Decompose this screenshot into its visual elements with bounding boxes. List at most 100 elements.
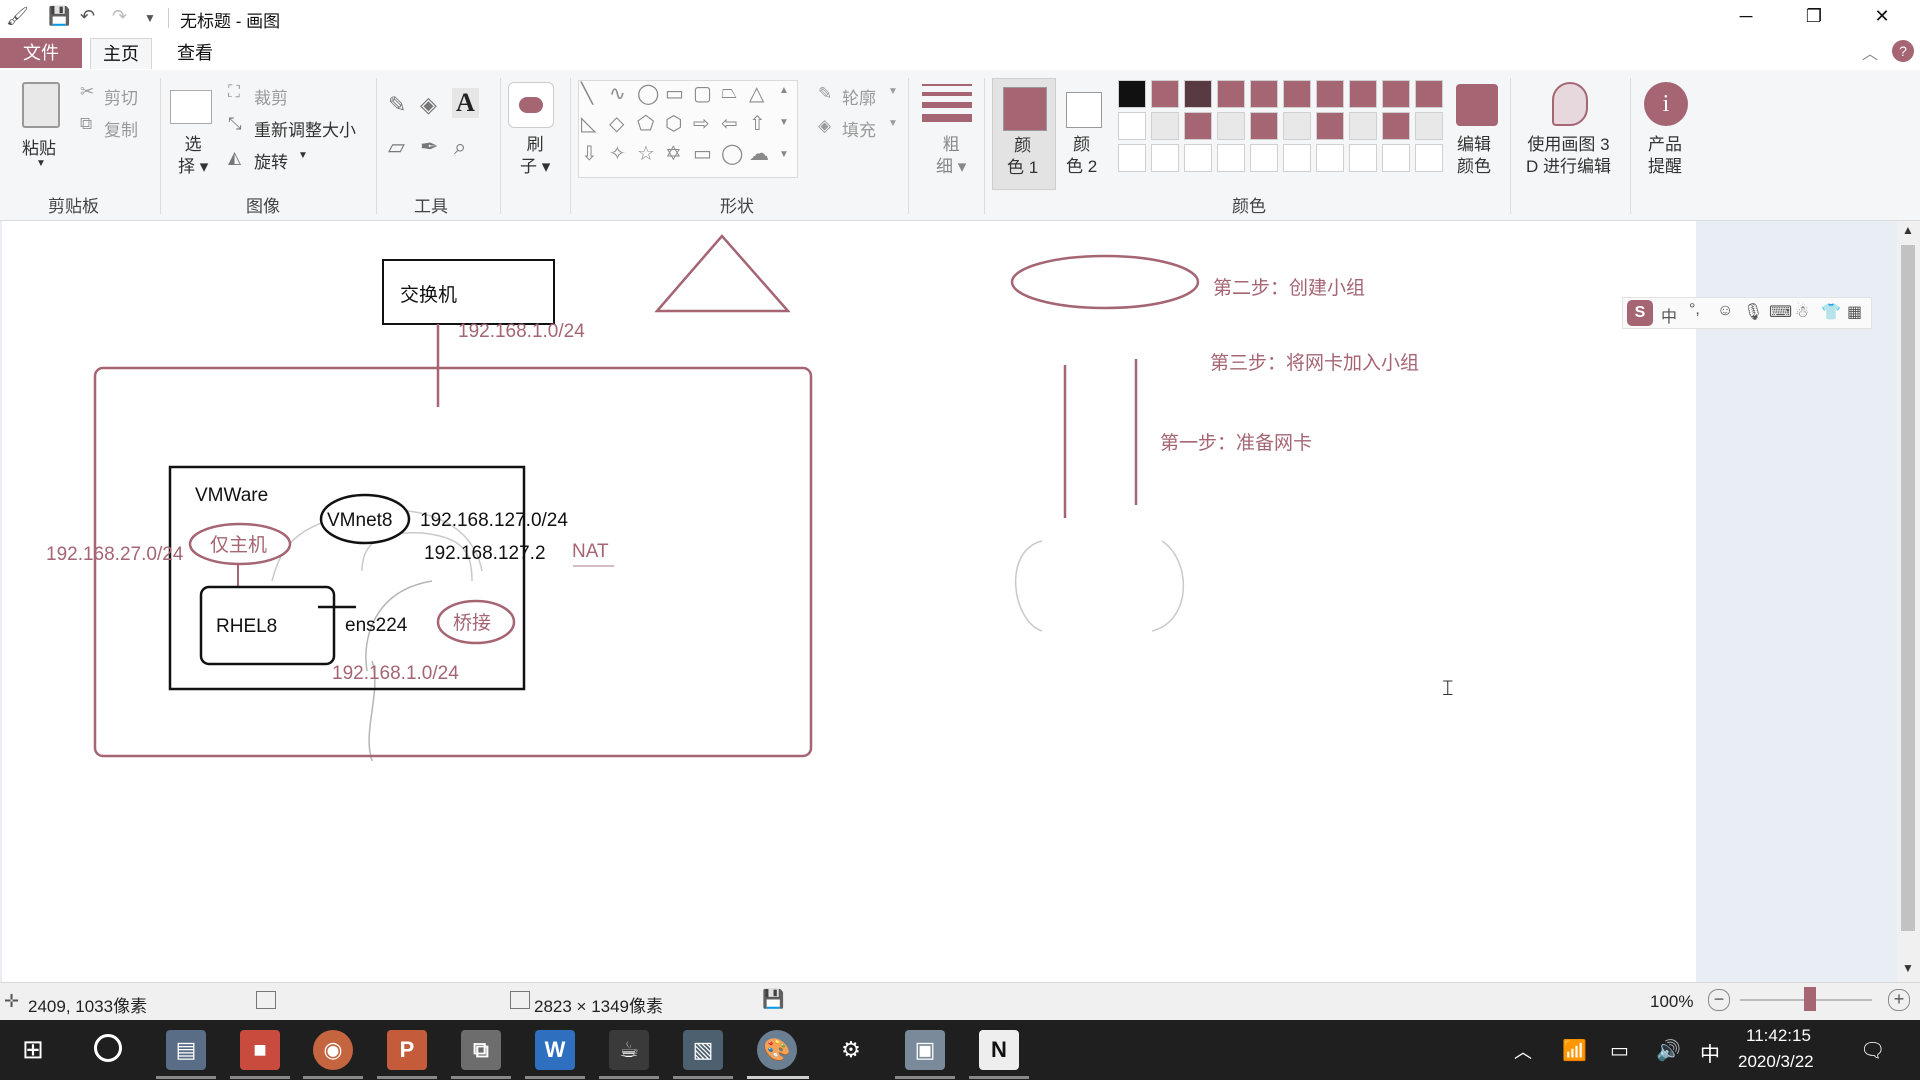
edit-colors-icon[interactable] xyxy=(1456,84,1498,126)
size-icon[interactable] xyxy=(922,84,972,128)
palette-swatch[interactable] xyxy=(1184,80,1212,108)
palette-swatch[interactable] xyxy=(1349,112,1377,140)
rounded-rect-shape-icon[interactable]: ▢ xyxy=(693,81,712,106)
fill-dropdown-icon[interactable]: ▼ xyxy=(888,118,898,129)
palette-swatch[interactable] xyxy=(1250,144,1278,172)
line-shape-icon[interactable]: ╲ xyxy=(581,81,593,106)
tab-file[interactable]: 文件 xyxy=(0,38,82,68)
select-button[interactable]: 选择 ▾ xyxy=(178,134,208,178)
brush-icon[interactable] xyxy=(508,82,554,128)
palette-swatch[interactable] xyxy=(1250,80,1278,108)
right-arrow-shape-icon[interactable]: ⇨ xyxy=(693,111,710,136)
palette-swatch[interactable] xyxy=(1118,144,1146,172)
palette-swatch[interactable] xyxy=(1151,112,1179,140)
undo-icon[interactable]: ↶ xyxy=(80,6,95,27)
palette-swatch[interactable] xyxy=(1118,80,1146,108)
palette-swatch[interactable] xyxy=(1382,80,1410,108)
product-alert-icon[interactable]: i xyxy=(1644,82,1688,126)
palette-swatch[interactable] xyxy=(1316,144,1344,172)
oval-shape-icon[interactable]: ◯ xyxy=(637,81,659,106)
palette-swatch[interactable] xyxy=(1349,80,1377,108)
diamond-shape-icon[interactable]: ◇ xyxy=(609,111,624,136)
eraser-icon[interactable]: ▱ xyxy=(388,134,405,160)
redo-icon[interactable]: ↷ xyxy=(112,6,127,27)
ime-toolbar[interactable]: S 中 °, ☺ 🎙 ⌨ ☃ 👕 ▦ xyxy=(1622,297,1872,329)
six-point-star-icon[interactable]: ✡ xyxy=(665,141,682,166)
curve-shape-icon[interactable]: ∿ xyxy=(609,81,626,106)
crop-icon[interactable]: ⛶ xyxy=(228,82,240,102)
palette-swatch[interactable] xyxy=(1283,80,1311,108)
file-explorer-icon[interactable]: ▤ xyxy=(166,1030,206,1070)
microphone-icon[interactable]: 🎙 xyxy=(1743,302,1763,322)
ime-punct-label[interactable]: °, xyxy=(1689,301,1700,319)
palette-swatch[interactable] xyxy=(1349,144,1377,172)
palette-swatch[interactable] xyxy=(1382,144,1410,172)
copy-button[interactable]: 复制 xyxy=(104,116,138,141)
search-cortana-icon[interactable] xyxy=(94,1034,122,1062)
tab-home[interactable]: 主页 xyxy=(90,38,152,69)
palette-swatch[interactable] xyxy=(1316,80,1344,108)
network-icon[interactable]: 📶 xyxy=(1562,1038,1587,1063)
keyboard-icon[interactable]: ⌨ xyxy=(1769,302,1792,322)
right-triangle-shape-icon[interactable]: ◺ xyxy=(581,111,596,136)
help-icon[interactable]: ? xyxy=(1892,40,1914,62)
screenshot-app-icon[interactable]: ▧ xyxy=(683,1030,723,1070)
brush-button[interactable]: 刷子 ▾ xyxy=(520,134,550,178)
palette-swatch[interactable] xyxy=(1151,144,1179,172)
palette-swatch[interactable] xyxy=(1415,80,1443,108)
down-arrow-shape-icon[interactable]: ⇩ xyxy=(581,141,598,166)
emoji-icon[interactable]: ☺ xyxy=(1717,302,1733,320)
size-button[interactable]: 粗细 ▾ xyxy=(936,134,966,178)
cloud-callout-icon[interactable]: ☁ xyxy=(749,141,769,166)
start-windows-icon[interactable]: ⊞ xyxy=(22,1034,44,1065)
word-icon[interactable]: W xyxy=(535,1030,575,1070)
skin-icon[interactable]: 👕 xyxy=(1821,302,1841,322)
virtualbox-icon[interactable]: ⧉ xyxy=(461,1030,501,1070)
quick-access-dropdown-icon[interactable]: ▼ xyxy=(144,11,156,25)
media-app-icon[interactable]: ▣ xyxy=(905,1030,945,1070)
paint-taskbar-icon[interactable]: 🎨 xyxy=(757,1030,797,1070)
palette-swatch[interactable] xyxy=(1118,112,1146,140)
rotate-dropdown-icon[interactable]: ▼ xyxy=(298,150,308,161)
tray-chevron-icon[interactable]: ︿ xyxy=(1514,1038,1532,1064)
ime-language-indicator[interactable]: 中 xyxy=(1700,1038,1720,1067)
outline-button[interactable]: 轮廓 xyxy=(842,84,876,109)
scroll-down-icon[interactable]: ▼ xyxy=(1902,961,1914,975)
fill-icon[interactable]: ◈ xyxy=(818,116,831,136)
paint3d-icon[interactable] xyxy=(1552,82,1588,126)
crop-button[interactable]: 裁剪 xyxy=(254,84,288,109)
palette-swatch[interactable] xyxy=(1184,144,1212,172)
left-arrow-shape-icon[interactable]: ⇦ xyxy=(721,111,738,136)
pentagon-shape-icon[interactable]: ⬠ xyxy=(637,111,654,136)
shapes-gallery[interactable]: ╲ ∿ ◯ ▭ ▢ ⏢ △ ◺ ◇ ⬠ ⬡ ⇨ ⇦ ⇧ ⇩ ✧ ☆ ✡ ▭ ◯ … xyxy=(578,80,798,178)
terminal-app-icon[interactable]: ☕ xyxy=(609,1030,649,1070)
paste-button[interactable]: 粘贴 xyxy=(22,134,56,159)
notifications-icon[interactable]: 🗨 xyxy=(1860,1038,1885,1063)
scrollbar-thumb[interactable] xyxy=(1901,245,1915,931)
minimize-button[interactable]: ─ xyxy=(1712,0,1780,34)
palette-swatch[interactable] xyxy=(1217,112,1245,140)
copy-icon[interactable]: ⧉ xyxy=(80,114,92,134)
shapes-expand-icon[interactable]: ▼ xyxy=(779,149,789,160)
cut-button[interactable]: 剪切 xyxy=(104,84,138,109)
restore-button[interactable]: ❐ xyxy=(1780,0,1848,34)
firefox-icon[interactable]: ◉ xyxy=(313,1030,353,1070)
cut-icon[interactable]: ✂ xyxy=(80,82,94,102)
palette-swatch[interactable] xyxy=(1382,112,1410,140)
shapes-scroll-up-icon[interactable]: ▲ xyxy=(779,85,789,96)
settings-gear-icon[interactable]: ⚙ xyxy=(831,1030,871,1070)
palette-swatch[interactable] xyxy=(1217,144,1245,172)
fill-bucket-icon[interactable]: ◈ xyxy=(420,92,437,118)
palette-swatch[interactable] xyxy=(1151,80,1179,108)
toolbox-icon[interactable]: ▦ xyxy=(1847,302,1862,322)
five-point-star-icon[interactable]: ☆ xyxy=(637,141,655,166)
rotate-icon[interactable]: ◭ xyxy=(228,148,241,168)
resize-icon[interactable]: ⤡ xyxy=(228,114,242,134)
scroll-up-icon[interactable]: ▲ xyxy=(1902,223,1914,237)
rect-callout-icon[interactable]: ▭ xyxy=(693,141,712,166)
palette-swatch[interactable] xyxy=(1184,112,1212,140)
tab-view[interactable]: 查看 xyxy=(165,38,225,68)
palette-swatch[interactable] xyxy=(1217,80,1245,108)
palette-swatch[interactable] xyxy=(1250,112,1278,140)
clock-date[interactable]: 2020/3/22 xyxy=(1738,1052,1814,1072)
